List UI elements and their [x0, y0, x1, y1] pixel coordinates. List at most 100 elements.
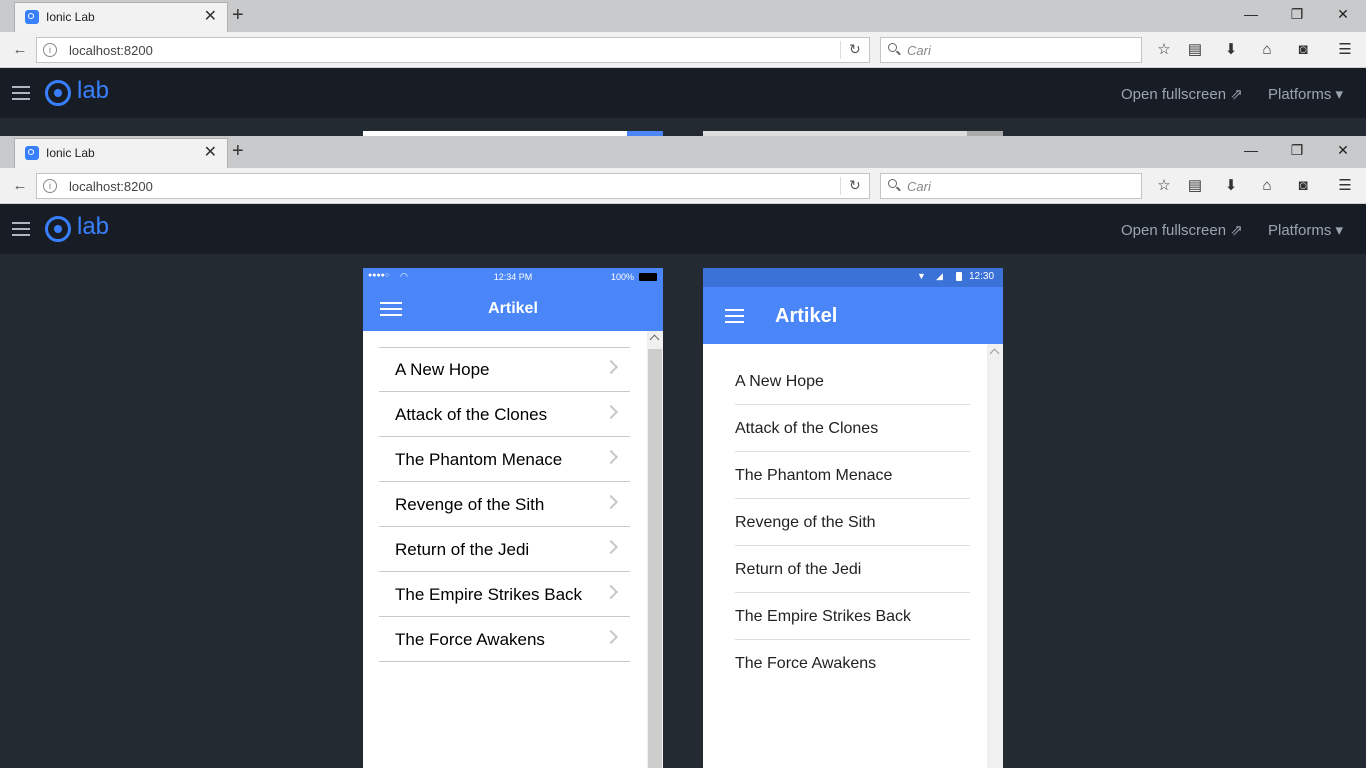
android-preview: ▼ ◢ 12:30 Artikel A New Hope Attack of t… [703, 268, 1003, 768]
scrollbar-thumb[interactable] [648, 349, 662, 768]
url-bar[interactable]: i localhost:8200 ↻ [36, 173, 870, 199]
android-list-item[interactable]: A New Hope [735, 358, 970, 405]
ios-item-label: The Phantom Menace [395, 450, 563, 469]
open-fullscreen-link[interactable]: Open fullscreen ⇗ [1121, 85, 1243, 103]
pocket-icon[interactable]: ◙ [1293, 40, 1313, 60]
android-status-bar: ▼ ◢ 12:30 [703, 268, 1003, 287]
browser-tabbar: Ionic Lab ✕ + — ❐ ✕ [0, 136, 1366, 168]
android-list-item[interactable]: The Phantom Menace [735, 452, 970, 499]
tab-close-icon[interactable]: ✕ [204, 7, 217, 27]
ios-item-label: Attack of the Clones [395, 405, 548, 424]
lab-logo-text: lab [77, 213, 110, 240]
android-list: A New Hope Attack of the Clones The Phan… [735, 358, 970, 686]
ios-list-item[interactable]: Attack of the Clones [379, 392, 630, 437]
reload-icon[interactable]: ↻ [849, 41, 861, 58]
url-bar[interactable]: i localhost:8200 ↻ [36, 37, 870, 63]
android-list-item[interactable]: The Force Awakens [735, 640, 970, 686]
chevron-right-icon [603, 449, 619, 465]
download-icon[interactable]: ⬇ [1221, 176, 1241, 196]
browser-tab[interactable]: Ionic Lab ✕ [14, 2, 228, 32]
android-item-label: Return of the Jedi [735, 561, 862, 578]
restore-button[interactable]: ❐ [1282, 140, 1312, 160]
browser-tab[interactable]: Ionic Lab ✕ [14, 138, 228, 168]
close-window-button[interactable]: ✕ [1328, 4, 1358, 24]
android-scrollbar[interactable] [987, 344, 1003, 768]
search-input[interactable]: Cari [880, 173, 1142, 199]
android-list-item[interactable]: Revenge of the Sith [735, 499, 970, 546]
search-placeholder: Cari [907, 179, 931, 194]
minimize-button[interactable]: — [1236, 140, 1266, 160]
ios-list-item[interactable]: A New Hope [379, 347, 630, 392]
open-fullscreen-link[interactable]: Open fullscreen ⇗ [1121, 221, 1243, 239]
ios-toolbar: Artikel [363, 288, 663, 331]
pocket-icon[interactable]: ◙ [1293, 176, 1313, 196]
ios-item-label: Revenge of the Sith [395, 495, 545, 514]
home-icon[interactable]: ⌂ [1257, 40, 1277, 60]
wifi-icon: ▼ [917, 271, 926, 281]
ios-list-item[interactable]: Revenge of the Sith [379, 482, 630, 527]
url-text[interactable]: localhost:8200 [69, 43, 153, 58]
platforms-dropdown[interactable]: Platforms ▾ [1268, 85, 1343, 103]
platforms-dropdown[interactable]: Platforms ▾ [1268, 221, 1343, 239]
signal-icon: ◢ [936, 271, 943, 281]
lab-menu-icon[interactable] [12, 222, 30, 236]
scroll-up-icon[interactable] [989, 348, 1000, 359]
android-list-item[interactable]: The Empire Strikes Back [735, 593, 970, 640]
ionic-logo-icon [45, 80, 71, 106]
ios-item-label: The Force Awakens [395, 630, 545, 649]
tab-title: Ionic Lab [46, 146, 95, 160]
ios-item-label: The Empire Strikes Back [395, 585, 583, 604]
android-list-item[interactable]: Return of the Jedi [735, 546, 970, 593]
chevron-right-icon [603, 359, 619, 375]
download-icon[interactable]: ⬇ [1221, 40, 1241, 60]
android-page-title: Artikel [775, 305, 838, 327]
android-item-label: The Phantom Menace [735, 467, 893, 484]
scroll-up-icon[interactable] [649, 334, 660, 345]
tab-close-icon[interactable]: ✕ [204, 143, 217, 163]
ios-list-item[interactable]: The Force Awakens [379, 617, 630, 662]
minimize-button[interactable]: — [1236, 4, 1266, 24]
lab-logo-text: lab [77, 77, 110, 104]
ios-page-title: Artikel [488, 300, 538, 317]
home-icon[interactable]: ⌂ [1257, 176, 1277, 196]
ios-list-item[interactable]: The Empire Strikes Back [379, 572, 630, 617]
lab-header: lab Open fullscreen ⇗ Platforms ▾ [0, 204, 1366, 254]
bookmark-star-icon[interactable]: ☆ [1154, 176, 1174, 196]
reading-list-icon[interactable]: ▤ [1185, 40, 1205, 60]
ionic-logo-icon [45, 216, 71, 242]
chevron-right-icon [603, 584, 619, 600]
search-input[interactable]: Cari [880, 37, 1142, 63]
bookmark-star-icon[interactable]: ☆ [1154, 40, 1174, 60]
search-placeholder: Cari [907, 43, 931, 58]
android-item-label: Revenge of the Sith [735, 514, 876, 531]
ios-list: A New Hope Attack of the Clones The Phan… [379, 347, 630, 662]
url-divider [840, 41, 841, 59]
url-text[interactable]: localhost:8200 [69, 179, 153, 194]
new-tab-button[interactable]: + [232, 3, 244, 27]
lab-content-strip [0, 118, 1366, 136]
lab-menu-icon[interactable] [12, 86, 30, 100]
search-icon [888, 43, 897, 52]
ios-list-item[interactable]: Return of the Jedi [379, 527, 630, 572]
ios-scrollbar[interactable] [647, 331, 663, 768]
reload-icon[interactable]: ↻ [849, 177, 861, 194]
android-item-label: The Empire Strikes Back [735, 608, 912, 625]
info-icon[interactable]: i [43, 179, 57, 193]
reading-list-icon[interactable]: ▤ [1185, 176, 1205, 196]
android-item-label: The Force Awakens [735, 655, 877, 672]
back-arrow-icon[interactable]: ← [10, 40, 30, 60]
close-window-button[interactable]: ✕ [1328, 140, 1358, 160]
android-menu-icon[interactable] [725, 309, 744, 323]
ios-list-item[interactable]: The Phantom Menace [379, 437, 630, 482]
info-icon[interactable]: i [43, 43, 57, 57]
back-arrow-icon[interactable]: ← [10, 176, 30, 196]
battery-icon [639, 273, 657, 281]
menu-icon[interactable]: ☰ [1335, 40, 1355, 60]
android-list-item[interactable]: Attack of the Clones [735, 405, 970, 452]
lab-header-back: lab Open fullscreen ⇗ Platforms ▾ [0, 68, 1366, 118]
restore-button[interactable]: ❐ [1282, 4, 1312, 24]
battery-icon [956, 272, 962, 281]
menu-icon[interactable]: ☰ [1335, 176, 1355, 196]
new-tab-button[interactable]: + [232, 139, 244, 163]
tab-title: Ionic Lab [46, 10, 95, 24]
